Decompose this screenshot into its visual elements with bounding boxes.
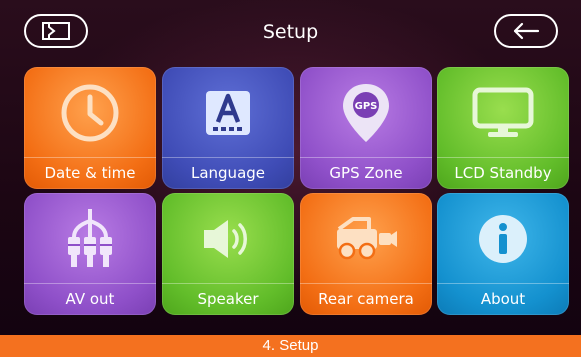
clock-icon [61, 84, 119, 142]
tile-label: Date & time [44, 164, 136, 182]
tile-speaker[interactable]: Speaker [162, 193, 294, 315]
tile-about[interactable]: About [437, 193, 569, 315]
info-icon [479, 215, 527, 263]
tile-label: LCD Standby [454, 164, 552, 182]
tile-date-time[interactable]: Date & time [24, 67, 156, 189]
av-cable-icon [68, 209, 112, 267]
back-button[interactable] [494, 14, 558, 48]
tile-label: Language [190, 164, 266, 182]
setup-screen: Setup Date & time Language GPS GPS Zone … [0, 0, 581, 335]
tile-lcd-standby[interactable]: LCD Standby [437, 67, 569, 189]
figure-caption: 4. Setup [0, 335, 581, 357]
monitor-icon [472, 87, 534, 137]
tile-label: AV out [65, 290, 115, 308]
rear-camera-icon [337, 217, 397, 260]
tile-rear-camera[interactable]: Rear camera [300, 193, 432, 315]
speaker-icon [204, 220, 247, 258]
tile-av-out[interactable]: AV out [24, 193, 156, 315]
tile-label: Rear camera [318, 290, 414, 308]
gps-pin-icon: GPS [343, 84, 389, 142]
language-icon [206, 91, 250, 135]
tile-label: GPS Zone [329, 164, 403, 182]
gps-pin-text: GPS [355, 101, 378, 112]
tile-gps-zone[interactable]: GPS GPS Zone [300, 67, 432, 189]
tile-language[interactable]: Language [162, 67, 294, 189]
back-arrow-icon [513, 22, 540, 40]
tile-label: Speaker [197, 290, 259, 308]
tile-label: About [480, 290, 526, 308]
